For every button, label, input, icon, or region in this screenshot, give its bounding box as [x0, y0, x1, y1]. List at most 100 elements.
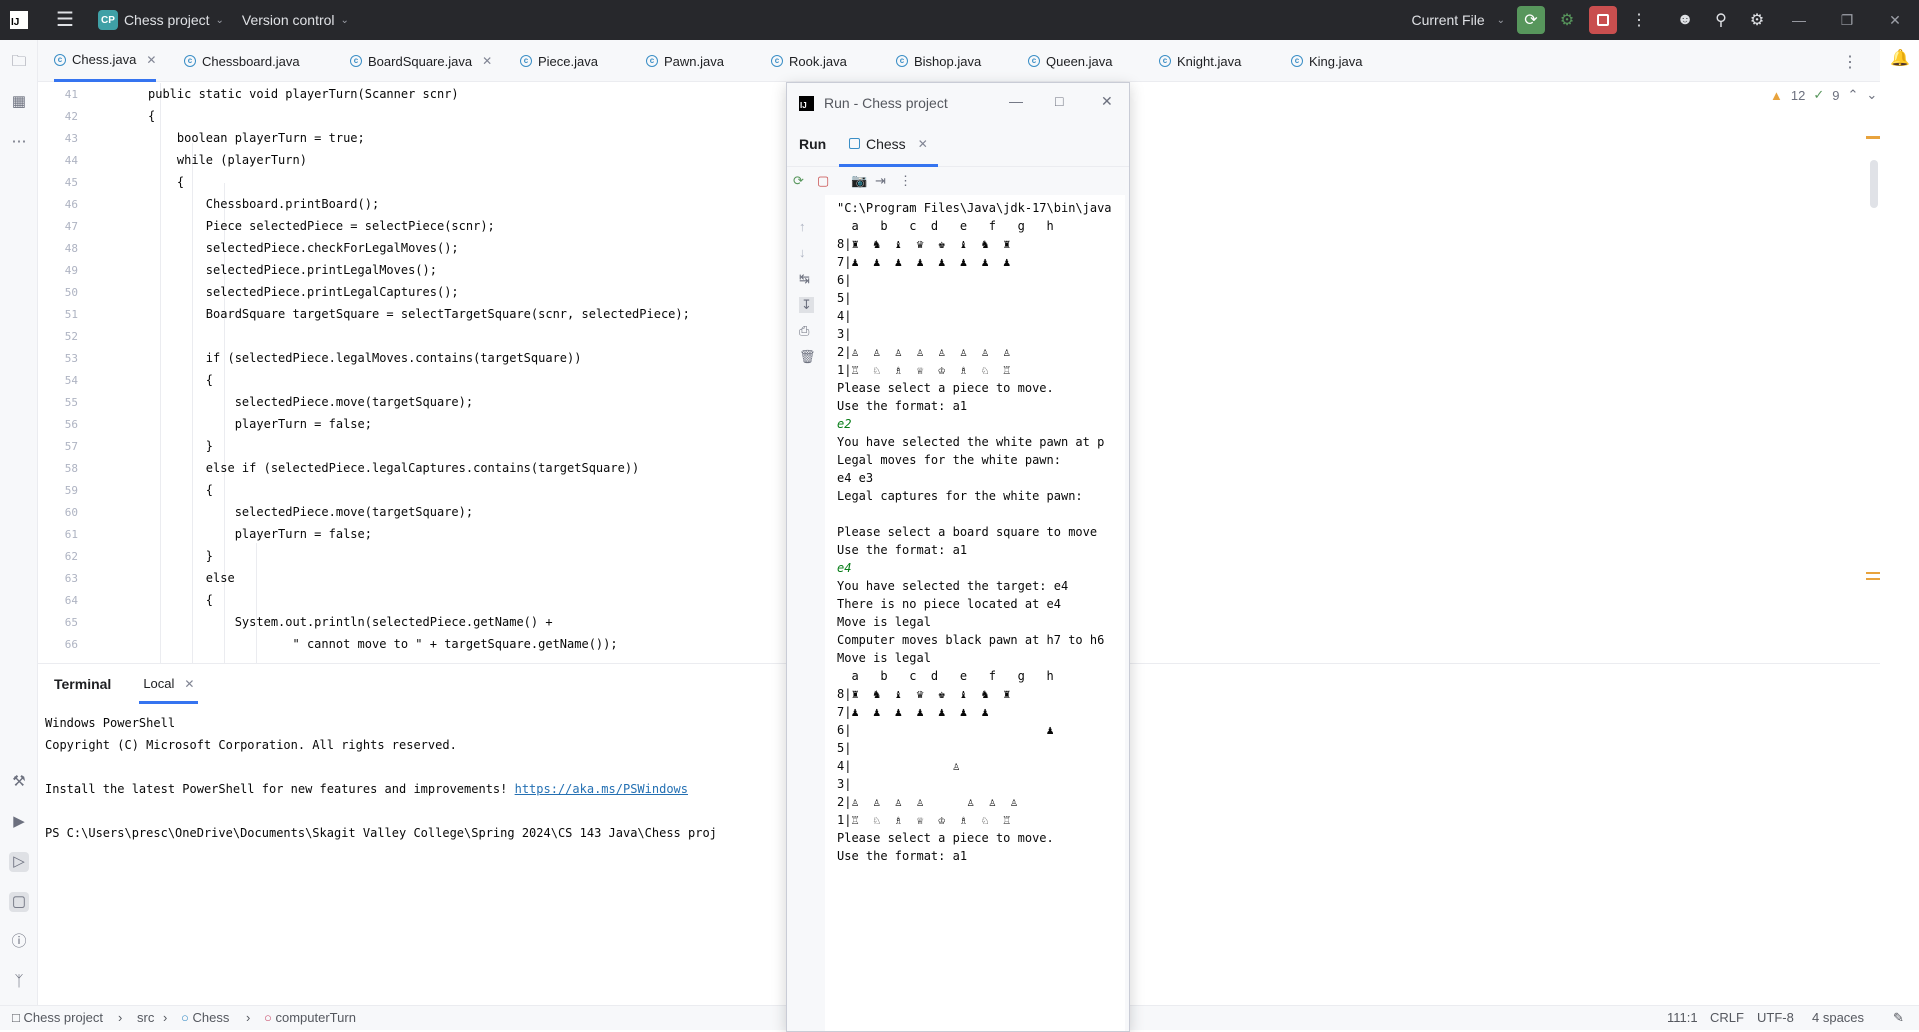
breadcrumb-chess[interactable]: ○ Chess: [181, 1010, 229, 1025]
file-encoding[interactable]: UTF-8: [1757, 1010, 1794, 1025]
code-line[interactable]: BoardSquare targetSquare = selectTargetS…: [148, 307, 690, 321]
code-line[interactable]: else: [148, 571, 235, 585]
chevron-down-icon[interactable]: ⌄: [341, 15, 349, 26]
tab-boardsquare-java[interactable]: c BoardSquare.java ✕: [350, 40, 492, 82]
tab-chessboard-java[interactable]: c Chessboard.java: [184, 40, 300, 82]
soft-wrap-icon[interactable]: ↹: [799, 271, 810, 287]
code-line[interactable]: " cannot move to " + targetSquare.getNam…: [148, 637, 617, 651]
tab-king-java[interactable]: c King.java: [1291, 40, 1362, 82]
powershell-link[interactable]: https://aka.ms/PSWindows: [515, 782, 688, 796]
minimize-window-icon[interactable]: —: [1009, 93, 1023, 109]
read-only-lock-icon[interactable]: ✎: [1893, 1010, 1904, 1026]
project-badge[interactable]: CP: [97, 10, 118, 30]
cursor-position[interactable]: 111:1: [1667, 1010, 1698, 1025]
minimize-window-icon[interactable]: —: [1775, 12, 1823, 28]
terminal-tab-local[interactable]: Local ✕: [139, 664, 199, 704]
code-line[interactable]: {: [148, 593, 213, 607]
next-highlight-icon[interactable]: ⌄: [1866, 87, 1877, 103]
tab-knight-java[interactable]: c Knight.java: [1159, 40, 1241, 82]
close-tab-icon[interactable]: ✕: [918, 137, 928, 151]
git-branch-icon[interactable]: ᛉ: [9, 972, 29, 992]
close-tab-icon[interactable]: ✕: [482, 54, 492, 68]
code-line[interactable]: selectedPiece.move(targetSquare);: [148, 395, 473, 409]
rerun-icon[interactable]: ⟳: [793, 173, 804, 189]
more-icon[interactable]: ⋮: [899, 173, 912, 189]
structure-icon[interactable]: ▦: [9, 92, 29, 112]
add-user-icon[interactable]: ☻: [1671, 6, 1699, 34]
run-console-output[interactable]: "C:\Program Files\Java\jdk-17\bin\java a…: [825, 195, 1125, 1031]
code-line[interactable]: }: [148, 549, 213, 563]
terminal-icon[interactable]: ▢: [9, 892, 29, 912]
close-tab-icon[interactable]: ✕: [146, 53, 156, 67]
editor-scrollbar[interactable]: [1870, 160, 1878, 208]
exit-icon[interactable]: ⇥: [875, 173, 886, 189]
code-line[interactable]: boolean playerTurn = true;: [148, 131, 365, 145]
tab-pawn-java[interactable]: c Pawn.java: [646, 40, 724, 82]
stop-button[interactable]: [1589, 6, 1617, 34]
build-hammer-icon[interactable]: ⚒: [9, 772, 29, 792]
inspection-widget[interactable]: ▲ 12 ✓ 9 ⌃ ⌄: [1770, 87, 1877, 103]
run-configuration-select[interactable]: Current File: [1411, 12, 1484, 28]
code-line[interactable]: selectedPiece.checkForLegalMoves();: [148, 241, 459, 255]
project-name[interactable]: Chess project: [124, 12, 210, 28]
code-line[interactable]: {: [148, 175, 184, 189]
line-separator[interactable]: CRLF: [1710, 1010, 1744, 1025]
close-window-icon[interactable]: ✕: [1871, 12, 1919, 29]
tab-queen-java[interactable]: c Queen.java: [1028, 40, 1113, 82]
scroll-to-end-icon[interactable]: ↧: [799, 297, 814, 313]
restore-window-icon[interactable]: ❐: [1823, 12, 1871, 29]
code-line[interactable]: playerTurn = false;: [148, 417, 372, 431]
code-line[interactable]: else if (selectedPiece.legalCaptures.con…: [148, 461, 639, 475]
code-line[interactable]: }: [148, 439, 213, 453]
breadcrumb-method[interactable]: ○ computerTurn: [264, 1010, 356, 1025]
code-line[interactable]: while (playerTurn): [148, 153, 307, 167]
chevron-down-icon[interactable]: ⌄: [1497, 15, 1505, 26]
code-line[interactable]: {: [148, 483, 213, 497]
problems-icon[interactable]: ⓘ: [9, 932, 29, 952]
version-control-menu[interactable]: Version control: [242, 12, 335, 28]
camera-icon[interactable]: 📷: [851, 173, 867, 189]
code-line[interactable]: selectedPiece.printLegalMoves();: [148, 263, 437, 277]
breadcrumb-project[interactable]: □ Chess project: [12, 1010, 103, 1025]
restore-window-icon[interactable]: □: [1055, 93, 1063, 109]
code-line[interactable]: Chessboard.printBoard();: [148, 197, 379, 211]
tab-options-icon[interactable]: ⋮: [1842, 52, 1858, 72]
project-folder-icon[interactable]: 🗀: [9, 52, 29, 72]
code-line[interactable]: {: [148, 373, 213, 387]
more-tools-icon[interactable]: ⋯: [9, 132, 29, 152]
notifications-bell-icon[interactable]: 🔔: [1890, 48, 1910, 68]
run-tool-icon[interactable]: ▷: [9, 852, 29, 872]
indent-setting[interactable]: 4 spaces: [1812, 1010, 1864, 1025]
tab-piece-java[interactable]: c Piece.java: [520, 40, 598, 82]
rerun-button[interactable]: ⟳: [1517, 6, 1545, 34]
terminal-prompt[interactable]: PS C:\Users\presc\OneDrive\Documents\Ska…: [45, 826, 717, 840]
code-line[interactable]: public static void playerTurn(Scanner sc…: [148, 87, 459, 101]
close-tab-icon[interactable]: ✕: [184, 677, 194, 691]
search-icon[interactable]: ⚲: [1707, 6, 1735, 34]
services-icon[interactable]: ▶: [9, 812, 29, 832]
trash-icon[interactable]: 🗑: [799, 349, 816, 365]
previous-highlight-icon[interactable]: ⌃: [1847, 87, 1858, 103]
code-line[interactable]: selectedPiece.printLegalCaptures();: [148, 285, 459, 299]
main-menu-icon[interactable]: ☰: [56, 10, 74, 30]
code-line[interactable]: if (selectedPiece.legalMoves.contains(ta…: [148, 351, 582, 365]
code-line[interactable]: playerTurn = false;: [148, 527, 372, 541]
code-line[interactable]: Piece selectedPiece = selectPiece(scnr);: [148, 219, 495, 233]
tab-bishop-java[interactable]: c Bishop.java: [896, 40, 981, 82]
tab-chess-java[interactable]: c Chess.java ✕: [54, 40, 157, 82]
tab-rook-java[interactable]: c Rook.java: [771, 40, 847, 82]
chevron-down-icon[interactable]: ⌄: [216, 15, 224, 26]
close-window-icon[interactable]: ✕: [1101, 93, 1113, 110]
tab-chess-run[interactable]: Chess ✕: [839, 123, 938, 167]
down-arrow-icon[interactable]: ↓: [799, 245, 806, 260]
settings-gear-icon[interactable]: ⚙: [1743, 6, 1771, 34]
code-line[interactable]: System.out.println(selectedPiece.getName…: [148, 615, 553, 629]
breadcrumb-src[interactable]: src: [137, 1010, 154, 1025]
code-line[interactable]: selectedPiece.move(targetSquare);: [148, 505, 473, 519]
debug-bug-icon[interactable]: ⚙: [1553, 6, 1581, 34]
more-actions-icon[interactable]: ⋮: [1625, 6, 1653, 34]
stop-icon[interactable]: ▢: [817, 173, 829, 189]
up-arrow-icon[interactable]: ↑: [799, 219, 806, 234]
print-icon[interactable]: ⎙: [799, 323, 809, 339]
code-line[interactable]: {: [148, 109, 155, 123]
